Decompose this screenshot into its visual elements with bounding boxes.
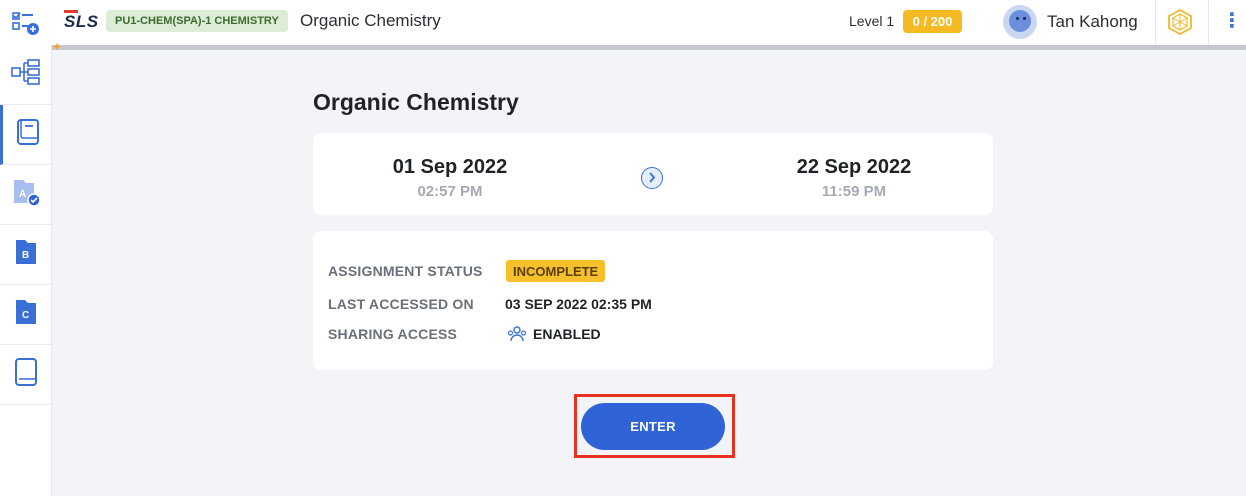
folder-a-icon: A xyxy=(12,177,41,212)
sidebar-item-book[interactable] xyxy=(0,345,52,405)
top-bar: SLS PU1-CHEM(SPA)-1 CHEMISTRY Organic Ch… xyxy=(0,0,1246,45)
divider xyxy=(1155,0,1156,45)
sidebar-item-folder-b[interactable]: B xyxy=(0,225,52,285)
tree-structure-icon xyxy=(11,58,41,91)
status-badge: INCOMPLETE xyxy=(506,260,606,282)
end-time-value: 11:59 PM xyxy=(821,183,887,200)
start-date-value: 01 Sep 2022 xyxy=(392,156,508,178)
divider xyxy=(1208,0,1209,45)
sidebar-item-tree[interactable] xyxy=(0,45,52,105)
avatar[interactable] xyxy=(1003,5,1037,39)
user-name[interactable]: Tan Kahong xyxy=(1047,12,1138,32)
folder-b-icon: B xyxy=(14,237,38,272)
last-accessed-value: 03 SEP 2022 02:35 PM xyxy=(505,296,652,312)
end-date: 22 Sep 2022 11:59 PM xyxy=(754,156,954,200)
course-badge: PU1-CHEM(SPA)-1 CHEMISTRY xyxy=(106,10,288,32)
level-points-badge: 0 / 200 xyxy=(903,10,962,33)
last-accessed-label: LAST ACCESSED ON xyxy=(328,296,474,312)
sharing-users-icon xyxy=(507,324,527,344)
status-label: ASSIGNMENT STATUS xyxy=(328,263,483,279)
svg-text:C: C xyxy=(22,310,29,321)
sls-logo: SLS xyxy=(64,10,99,31)
sidebar-item-notebook[interactable] xyxy=(0,105,52,165)
sidebar-item-folder-a[interactable]: A xyxy=(0,165,52,225)
lesson-title: Organic Chemistry xyxy=(300,11,441,30)
sharing-access-label: SHARING ACCESS xyxy=(328,326,458,342)
folder-c-icon: C xyxy=(14,297,38,332)
start-date: 01 Sep 2022 02:57 PM xyxy=(350,156,550,200)
start-time-value: 02:57 PM xyxy=(417,183,483,200)
progress-track xyxy=(52,45,1246,50)
task-list-icon[interactable] xyxy=(12,10,40,36)
sidebar-item-folder-c[interactable]: C xyxy=(0,285,52,345)
book-icon xyxy=(14,357,38,392)
enter-button[interactable]: ENTER xyxy=(581,403,725,450)
sidebar: A B C xyxy=(0,45,52,496)
sharing-access-value: ENABLED xyxy=(533,326,601,342)
svg-text:B: B xyxy=(22,250,29,261)
more-options-icon[interactable]: ⋮ xyxy=(1222,10,1242,34)
arrow-right-icon xyxy=(641,167,663,189)
end-date-value: 22 Sep 2022 xyxy=(796,156,912,178)
gamification-icon[interactable] xyxy=(1167,8,1193,36)
page-title: Organic Chemistry xyxy=(313,89,519,115)
svg-text:A: A xyxy=(19,189,26,200)
sparkle-icon: ✦ xyxy=(52,40,63,54)
level-label: Level 1 xyxy=(849,13,895,29)
notebook-icon xyxy=(16,118,40,151)
